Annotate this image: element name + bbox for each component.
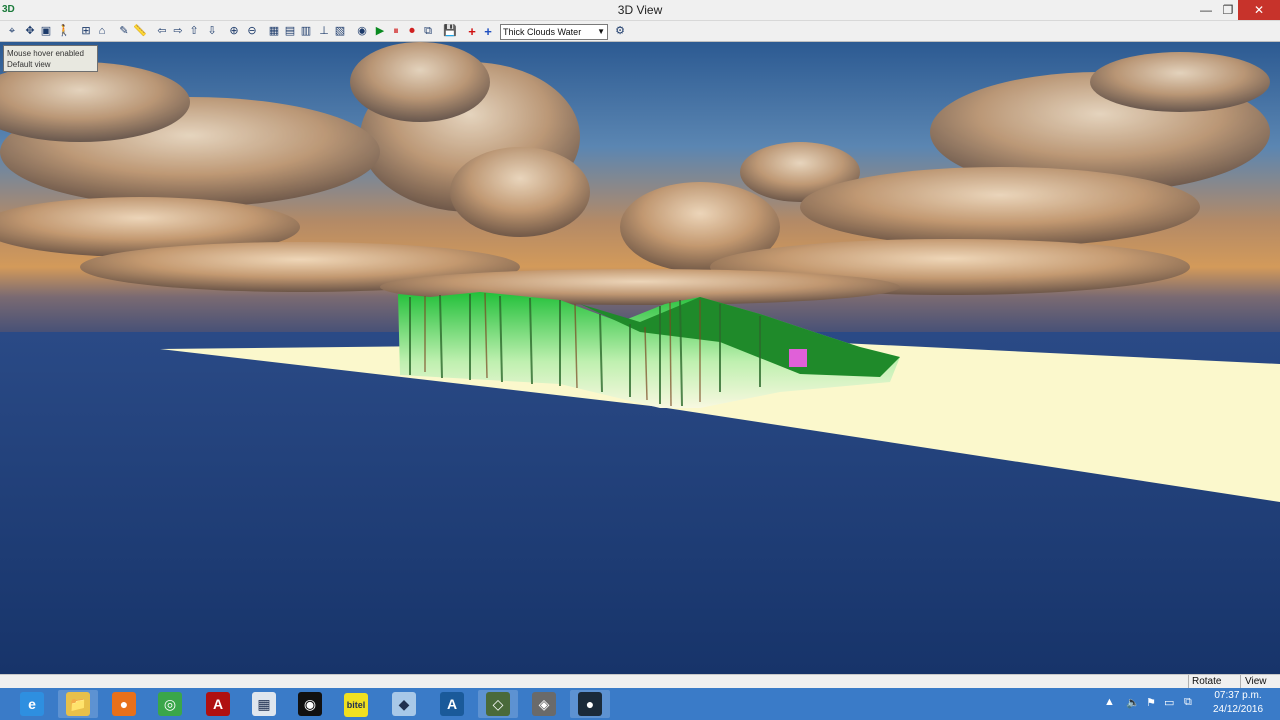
window-title: 3D View bbox=[617, 3, 663, 17]
play-icon[interactable]: ▶ bbox=[372, 23, 388, 40]
view-persp-icon[interactable]: ▧ bbox=[332, 23, 348, 40]
settings-icon[interactable]: ⚙ bbox=[612, 23, 628, 40]
windows-taskbar: e 📁 ● ◎ A ▦ ◉ bitel ◆ A ◇ ◈ ● ▲ 🔈 ⚑ ▭ ⧉ 07:37 p.m. 2… bbox=[0, 688, 1280, 720]
network-icon[interactable]: ⚑ bbox=[1146, 696, 1156, 709]
tray-expand-icon[interactable]: ▲ bbox=[1104, 696, 1115, 708]
scene-select-value: Thick Clouds Water bbox=[503, 27, 582, 37]
marker-icon[interactable] bbox=[789, 349, 807, 367]
volume-icon[interactable]: 🔈 bbox=[1126, 696, 1140, 709]
dropdown-arrow-icon: ▼ bbox=[597, 27, 605, 36]
media-icon-glyph: ◉ bbox=[298, 692, 322, 716]
select-tool-icon[interactable]: ⌖ bbox=[4, 23, 20, 40]
ie-icon-glyph: e bbox=[20, 692, 44, 716]
view-front-icon[interactable]: ▥ bbox=[298, 23, 314, 40]
draw-icon[interactable]: ✎ bbox=[116, 23, 132, 40]
gis-icon-glyph: ◈ bbox=[532, 692, 556, 716]
title-bar[interactable]: 3D 3D View — ❐ ✕ bbox=[0, 0, 1280, 21]
scene-select[interactable]: Thick Clouds Water ▼ bbox=[500, 24, 608, 40]
pan-tool-icon[interactable]: ✥ bbox=[22, 23, 38, 40]
status-view: View bbox=[1245, 676, 1267, 687]
hover-tooltip: Mouse hover enabled Default view bbox=[3, 45, 98, 72]
autocad-icon[interactable]: A bbox=[432, 690, 472, 718]
bitel-icon[interactable]: bitel bbox=[336, 690, 376, 718]
camera-icon[interactable]: ◉ bbox=[354, 23, 370, 40]
calculator-icon[interactable]: ▦ bbox=[244, 690, 284, 718]
status-bar: Rotate View bbox=[0, 674, 1280, 689]
gis-icon[interactable]: ◈ bbox=[524, 690, 564, 718]
app-window: 3D 3D View — ❐ ✕ ⌖ ✥ ▣ 🚶 ⊞ ⌂ ✎ 📏 ⇦ ⇨ ⇧ ⇩ ⊕ ⊖ ▦ ▤ ▥ ⊥ ▧ ◉ ▶ ⏸ ⏺… bbox=[0, 0, 1280, 720]
app-cube-icon-glyph: ◆ bbox=[392, 692, 416, 716]
file-explorer-icon[interactable]: 📁 bbox=[58, 690, 98, 718]
globe-icon[interactable]: ● bbox=[570, 690, 610, 718]
3d-viewport[interactable] bbox=[0, 42, 1280, 674]
calculator-icon-glyph: ▦ bbox=[252, 692, 276, 716]
clock-time[interactable]: 07:37 p.m. bbox=[1206, 690, 1270, 701]
export-icon[interactable]: ⧉ bbox=[420, 23, 436, 40]
grid-icon[interactable]: ⊞ bbox=[78, 23, 94, 40]
zoom-in-icon[interactable]: ⊕ bbox=[226, 23, 242, 40]
ie-icon[interactable]: e bbox=[12, 690, 52, 718]
globe-icon-glyph: ● bbox=[578, 692, 602, 716]
view-side-icon[interactable]: ▤ bbox=[282, 23, 298, 40]
record-icon[interactable]: ⏺ bbox=[404, 23, 420, 40]
chrome-icon-glyph: ◎ bbox=[158, 692, 182, 716]
home-icon[interactable]: ⌂ bbox=[94, 23, 110, 40]
firefox-icon[interactable]: ● bbox=[104, 690, 144, 718]
arrow-right-icon[interactable]: ⇨ bbox=[170, 23, 186, 40]
media-icon[interactable]: ◉ bbox=[290, 690, 330, 718]
bitel-icon-glyph: bitel bbox=[344, 693, 368, 717]
pause-icon[interactable]: ⏸ bbox=[388, 23, 404, 40]
arrow-down-icon[interactable]: ⇩ bbox=[204, 23, 220, 40]
scene-canvas[interactable] bbox=[0, 42, 1280, 674]
zoom-out-icon[interactable]: ⊖ bbox=[244, 23, 260, 40]
arrow-left-icon[interactable]: ⇦ bbox=[154, 23, 170, 40]
walk-icon[interactable]: 🚶 bbox=[56, 23, 72, 40]
tooltip-line1: Mouse hover enabled bbox=[7, 49, 84, 58]
arrow-up-icon[interactable]: ⇧ bbox=[186, 23, 202, 40]
notification-icon[interactable]: ⧉ bbox=[1184, 696, 1192, 709]
display-icon[interactable]: ▭ bbox=[1164, 696, 1174, 709]
status-separator bbox=[1240, 675, 1241, 689]
view-axis-icon[interactable]: ⊥ bbox=[316, 23, 332, 40]
app-cube-icon[interactable]: ◆ bbox=[384, 690, 424, 718]
acrobat-icon[interactable]: A bbox=[198, 690, 238, 718]
chrome-icon[interactable]: ◎ bbox=[150, 690, 190, 718]
status-separator bbox=[1188, 675, 1189, 689]
view-top-icon[interactable]: ▦ bbox=[266, 23, 282, 40]
close-button[interactable]: ✕ bbox=[1238, 0, 1280, 20]
file-explorer-icon-glyph: 📁 bbox=[66, 692, 90, 716]
status-mode: Rotate bbox=[1192, 676, 1222, 687]
add-blue-icon[interactable]: + bbox=[480, 23, 496, 40]
toolbar: ⌖ ✥ ▣ 🚶 ⊞ ⌂ ✎ 📏 ⇦ ⇨ ⇧ ⇩ ⊕ ⊖ ▦ ▤ ▥ ⊥ ▧ ◉ ▶ ⏸ ⏺ ⧉ 💾 + + Thick Clouds… bbox=[0, 21, 1280, 42]
add-red-icon[interactable]: + bbox=[464, 23, 480, 40]
tooltip-line2: Default view bbox=[7, 60, 51, 69]
save-icon[interactable]: 💾 bbox=[442, 23, 458, 40]
frame-icon[interactable]: ▣ bbox=[38, 23, 54, 40]
firefox-icon-glyph: ● bbox=[112, 692, 136, 716]
clock-date[interactable]: 24/12/2016 bbox=[1206, 704, 1270, 715]
surveying-icon[interactable]: ◇ bbox=[478, 690, 518, 718]
acrobat-icon-glyph: A bbox=[206, 692, 230, 716]
ruler-icon[interactable]: 📏 bbox=[132, 23, 148, 40]
surveying-icon-glyph: ◇ bbox=[486, 692, 510, 716]
autocad-icon-glyph: A bbox=[440, 692, 464, 716]
